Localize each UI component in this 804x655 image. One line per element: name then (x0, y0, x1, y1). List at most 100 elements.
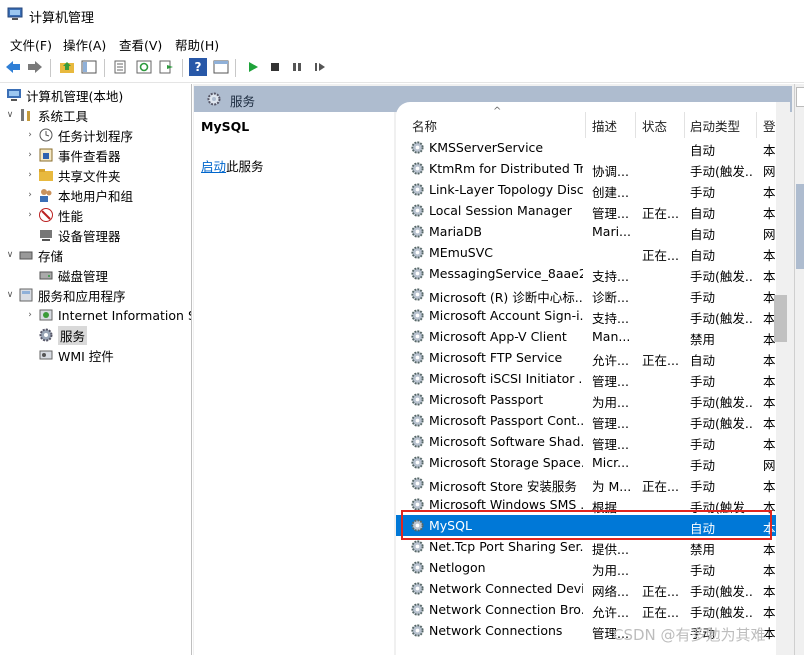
forward-arrow-icon[interactable] (26, 58, 44, 76)
service-description: 为 M... (592, 479, 632, 494)
table-row[interactable]: KtmRm for Distributed Tr... 协调... 手动(触发...… (396, 158, 776, 179)
table-row[interactable]: Microsoft Store 安装服务为 M... 正在... 手动 本 (396, 473, 776, 494)
column-header-logon[interactable]: 登 (763, 116, 776, 135)
column-header-status[interactable]: 状态 (642, 116, 667, 135)
service-description: 允许... (592, 605, 629, 620)
tree-node-root[interactable]: 计算机管理(本地) (4, 85, 123, 105)
table-row[interactable]: Microsoft Passport Cont... 管理... 手动(触发... 本 (396, 410, 776, 431)
tree-node-iis[interactable]: › Internet Information S (24, 305, 191, 325)
service-description: 管理... (592, 206, 629, 221)
table-row[interactable]: KMSServerService 自动 本 (396, 137, 776, 158)
chevron-down-icon[interactable]: ∨ (4, 250, 16, 260)
table-row[interactable]: Local Session Manager 管理... 正在... 自动 本 (396, 200, 776, 221)
service-startup-type: 手动 (690, 479, 716, 494)
actions-pane (794, 84, 804, 655)
gear-icon (411, 372, 424, 385)
service-description: 协调... (592, 164, 629, 179)
table-row[interactable]: Network Connection Bro... 允许... 正在... 手动(触发… (396, 599, 776, 620)
tree-node-services[interactable]: 服务 (24, 325, 88, 345)
table-row[interactable]: Microsoft App-V Client Man... 禁用本 (396, 326, 776, 347)
vertical-scrollbar[interactable] (776, 102, 790, 655)
chevron-right-icon[interactable]: › (24, 310, 36, 320)
service-name: MEmuSVC (429, 245, 493, 260)
menu-action[interactable]: 操作(A) (63, 35, 106, 54)
tree-node-disk-management[interactable]: 磁盘管理 (24, 265, 108, 285)
table-row[interactable]: Microsoft Storage Space... Micr... 手动 网 (396, 452, 776, 473)
service-name: Net.Tcp Port Sharing Ser... (429, 539, 583, 554)
chevron-right-icon[interactable]: › (24, 170, 36, 180)
up-folder-icon[interactable] (58, 58, 76, 76)
service-name: Microsoft Passport (429, 392, 544, 407)
console-view-icon[interactable] (212, 58, 230, 76)
tree-node-system-tools[interactable]: ∨ 系统工具 (4, 105, 88, 125)
tree-node-local-users[interactable]: › 本地用户和组 (24, 185, 133, 205)
table-row[interactable]: Network Connected Devi... 网络... 正在... 手动(触发… (396, 578, 776, 599)
table-row[interactable]: MessagingService_8aae2 支持... 手动(触发... 本 (396, 263, 776, 284)
chevron-right-icon[interactable]: › (24, 130, 36, 140)
actions-section (796, 184, 804, 269)
table-row[interactable]: Netlogon 为用... 手动 本 (396, 557, 776, 578)
tree-node-shared-folders[interactable]: › 共享文件夹 (24, 165, 120, 185)
table-row[interactable]: Microsoft Software Shad... 管理... 手动 本 (396, 431, 776, 452)
service-description: 为用... (592, 563, 629, 578)
service-startup-type: 手动(触发... (690, 416, 754, 431)
gear-icon (411, 162, 424, 175)
column-header-name[interactable]: 名称 (412, 116, 437, 135)
play-icon[interactable] (244, 58, 262, 76)
properties-icon[interactable] (111, 58, 129, 76)
table-row[interactable]: Microsoft FTP Service 允许... 正在... 自动 本 (396, 347, 776, 368)
chevron-down-icon[interactable]: ∨ (4, 110, 16, 120)
table-row[interactable]: MariaDB Mari... 自动 网 (396, 221, 776, 242)
chevron-right-icon[interactable]: › (24, 190, 36, 200)
help-icon[interactable]: ? (189, 58, 207, 76)
table-row[interactable]: Microsoft iSCSI Initiator ... 管理... 手动 本 (396, 368, 776, 389)
table-row[interactable]: MEmuSVC 正在... 自动 本 (396, 242, 776, 263)
chevron-down-icon[interactable]: ∨ (4, 290, 16, 300)
table-row[interactable]: Microsoft Passport 为用... 手动(触发... 本 (396, 389, 776, 410)
back-arrow-icon[interactable] (4, 58, 22, 76)
service-description: Man... (592, 329, 631, 344)
service-description: Micr... (592, 455, 630, 470)
gear-icon (411, 414, 424, 427)
start-service-link[interactable]: 启动 (201, 159, 226, 174)
table-row[interactable]: Microsoft Account Sign-i... 支持... 手动(触发...… (396, 305, 776, 326)
table-row[interactable]: Link-Layer Topology Disc... 创建... 手动 本 (396, 179, 776, 200)
tree-node-storage[interactable]: ∨ 存储 (4, 245, 63, 265)
refresh-icon[interactable] (135, 58, 153, 76)
wmi-icon (39, 350, 53, 360)
pause-icon[interactable] (288, 58, 306, 76)
device-manager-icon (40, 230, 52, 241)
gear-icon (411, 330, 424, 343)
start-service-suffix: 此服务 (226, 159, 264, 174)
gear-icon (411, 225, 424, 238)
service-name: Local Session Manager (429, 203, 572, 218)
column-header-description[interactable]: 描述 (592, 116, 617, 135)
actions-header[interactable] (796, 87, 804, 107)
tree-node-device-manager[interactable]: 设备管理器 (24, 225, 121, 245)
service-logon: 本 (763, 605, 775, 620)
tree-node-wmi[interactable]: WMI 控件 (24, 345, 114, 365)
menu-file[interactable]: 文件(F) (10, 35, 52, 54)
column-header-startup-type[interactable]: 启动类型 (690, 116, 740, 135)
gear-icon (411, 582, 424, 595)
menu-help[interactable]: 帮助(H) (175, 35, 219, 54)
chevron-right-icon[interactable]: › (24, 150, 36, 160)
tree-node-event-viewer[interactable]: › 事件查看器 (24, 145, 121, 165)
gear-icon (411, 624, 424, 637)
table-row[interactable]: Microsoft (R) 诊断中心标... 诊断... 手动本 (396, 284, 776, 305)
service-description: 创建... (592, 185, 629, 200)
export-list-icon[interactable] (158, 58, 176, 76)
tree-node-task-scheduler[interactable]: › 任务计划程序 (24, 125, 133, 145)
tree-node-performance[interactable]: › 性能 (24, 205, 83, 225)
scrollbar-thumb[interactable] (774, 295, 787, 342)
chevron-right-icon[interactable]: › (24, 210, 36, 220)
service-description: 网络... (592, 584, 629, 599)
resume-icon[interactable] (311, 58, 329, 76)
service-description: 支持... (592, 269, 629, 284)
menu-view[interactable]: 查看(V) (119, 35, 162, 54)
tree-node-services-apps[interactable]: ∨ 服务和应用程序 (4, 285, 126, 305)
service-name: Microsoft Store 安装服务 (429, 479, 577, 494)
show-hide-tree-icon[interactable] (80, 58, 98, 76)
stop-icon[interactable] (266, 58, 284, 76)
service-logon: 本 (763, 353, 775, 368)
